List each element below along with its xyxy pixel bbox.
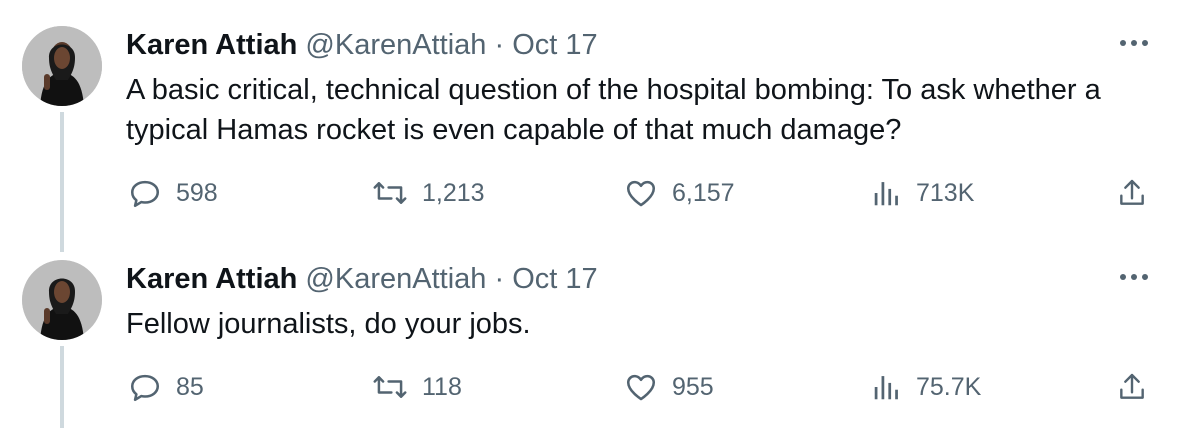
retweet-arrows-icon xyxy=(373,182,407,204)
share-button[interactable] xyxy=(1116,176,1148,210)
heart-icon xyxy=(626,180,656,207)
reply-count: 598 xyxy=(176,178,218,207)
retweet-count: 118 xyxy=(422,372,462,401)
like-button[interactable]: 955 xyxy=(624,370,714,404)
share-upload-icon xyxy=(1120,179,1144,205)
views-button[interactable]: 75.7K xyxy=(872,370,981,404)
retweet-arrows-icon xyxy=(373,376,407,398)
reply-count: 85 xyxy=(176,372,204,401)
share-upload-icon xyxy=(1120,373,1144,399)
view-count: 713K xyxy=(916,178,975,207)
tweet-date[interactable]: Oct 17 xyxy=(512,29,597,61)
tweet-date[interactable]: Oct 17 xyxy=(512,263,597,295)
author-name[interactable]: Karen Attiah xyxy=(126,263,297,295)
tweet[interactable]: Karen Attiah @KarenAttiah · Oct 17 Fello… xyxy=(0,240,1178,428)
retweet-button[interactable]: 1,213 xyxy=(372,176,485,210)
author-handle[interactable]: @KarenAttiah xyxy=(305,263,486,295)
reply-button[interactable]: 85 xyxy=(128,370,204,404)
avatar[interactable] xyxy=(22,260,102,340)
reply-bubble-icon xyxy=(130,180,160,208)
like-count: 6,157 xyxy=(672,178,735,207)
separator-dot: · xyxy=(494,263,505,295)
tweet-text: A basic critical, technical question of … xyxy=(126,74,1101,146)
more-options-icon[interactable] xyxy=(1118,36,1150,56)
author-name[interactable]: Karen Attiah xyxy=(126,29,297,61)
tweet-header: Karen Attiah @KarenAttiah · Oct 17 xyxy=(126,28,598,62)
view-count: 75.7K xyxy=(916,372,982,401)
like-button[interactable]: 6,157 xyxy=(624,176,735,210)
avatar-photo xyxy=(22,26,102,106)
avatar-photo xyxy=(22,260,102,340)
avatar[interactable] xyxy=(22,26,102,106)
retweet-count: 1,213 xyxy=(422,178,485,207)
views-button[interactable]: 713K xyxy=(872,176,974,210)
more-options-icon[interactable] xyxy=(1118,270,1150,290)
author-handle[interactable]: @KarenAttiah xyxy=(305,29,486,61)
retweet-button[interactable]: 118 xyxy=(372,370,462,404)
views-bar-chart-icon xyxy=(874,182,898,206)
share-button[interactable] xyxy=(1116,370,1148,404)
tweet[interactable]: Karen Attiah @KarenAttiah · Oct 17 A bas… xyxy=(0,0,1178,240)
reply-bubble-icon xyxy=(130,374,160,402)
heart-icon xyxy=(626,374,656,401)
tweet-text: Fellow journalists, do your jobs. xyxy=(126,308,531,340)
tweet-header: Karen Attiah @KarenAttiah · Oct 17 xyxy=(126,262,598,296)
reply-button[interactable]: 598 xyxy=(128,176,218,210)
separator-dot: · xyxy=(494,29,505,61)
views-bar-chart-icon xyxy=(874,376,898,400)
like-count: 955 xyxy=(672,372,714,401)
